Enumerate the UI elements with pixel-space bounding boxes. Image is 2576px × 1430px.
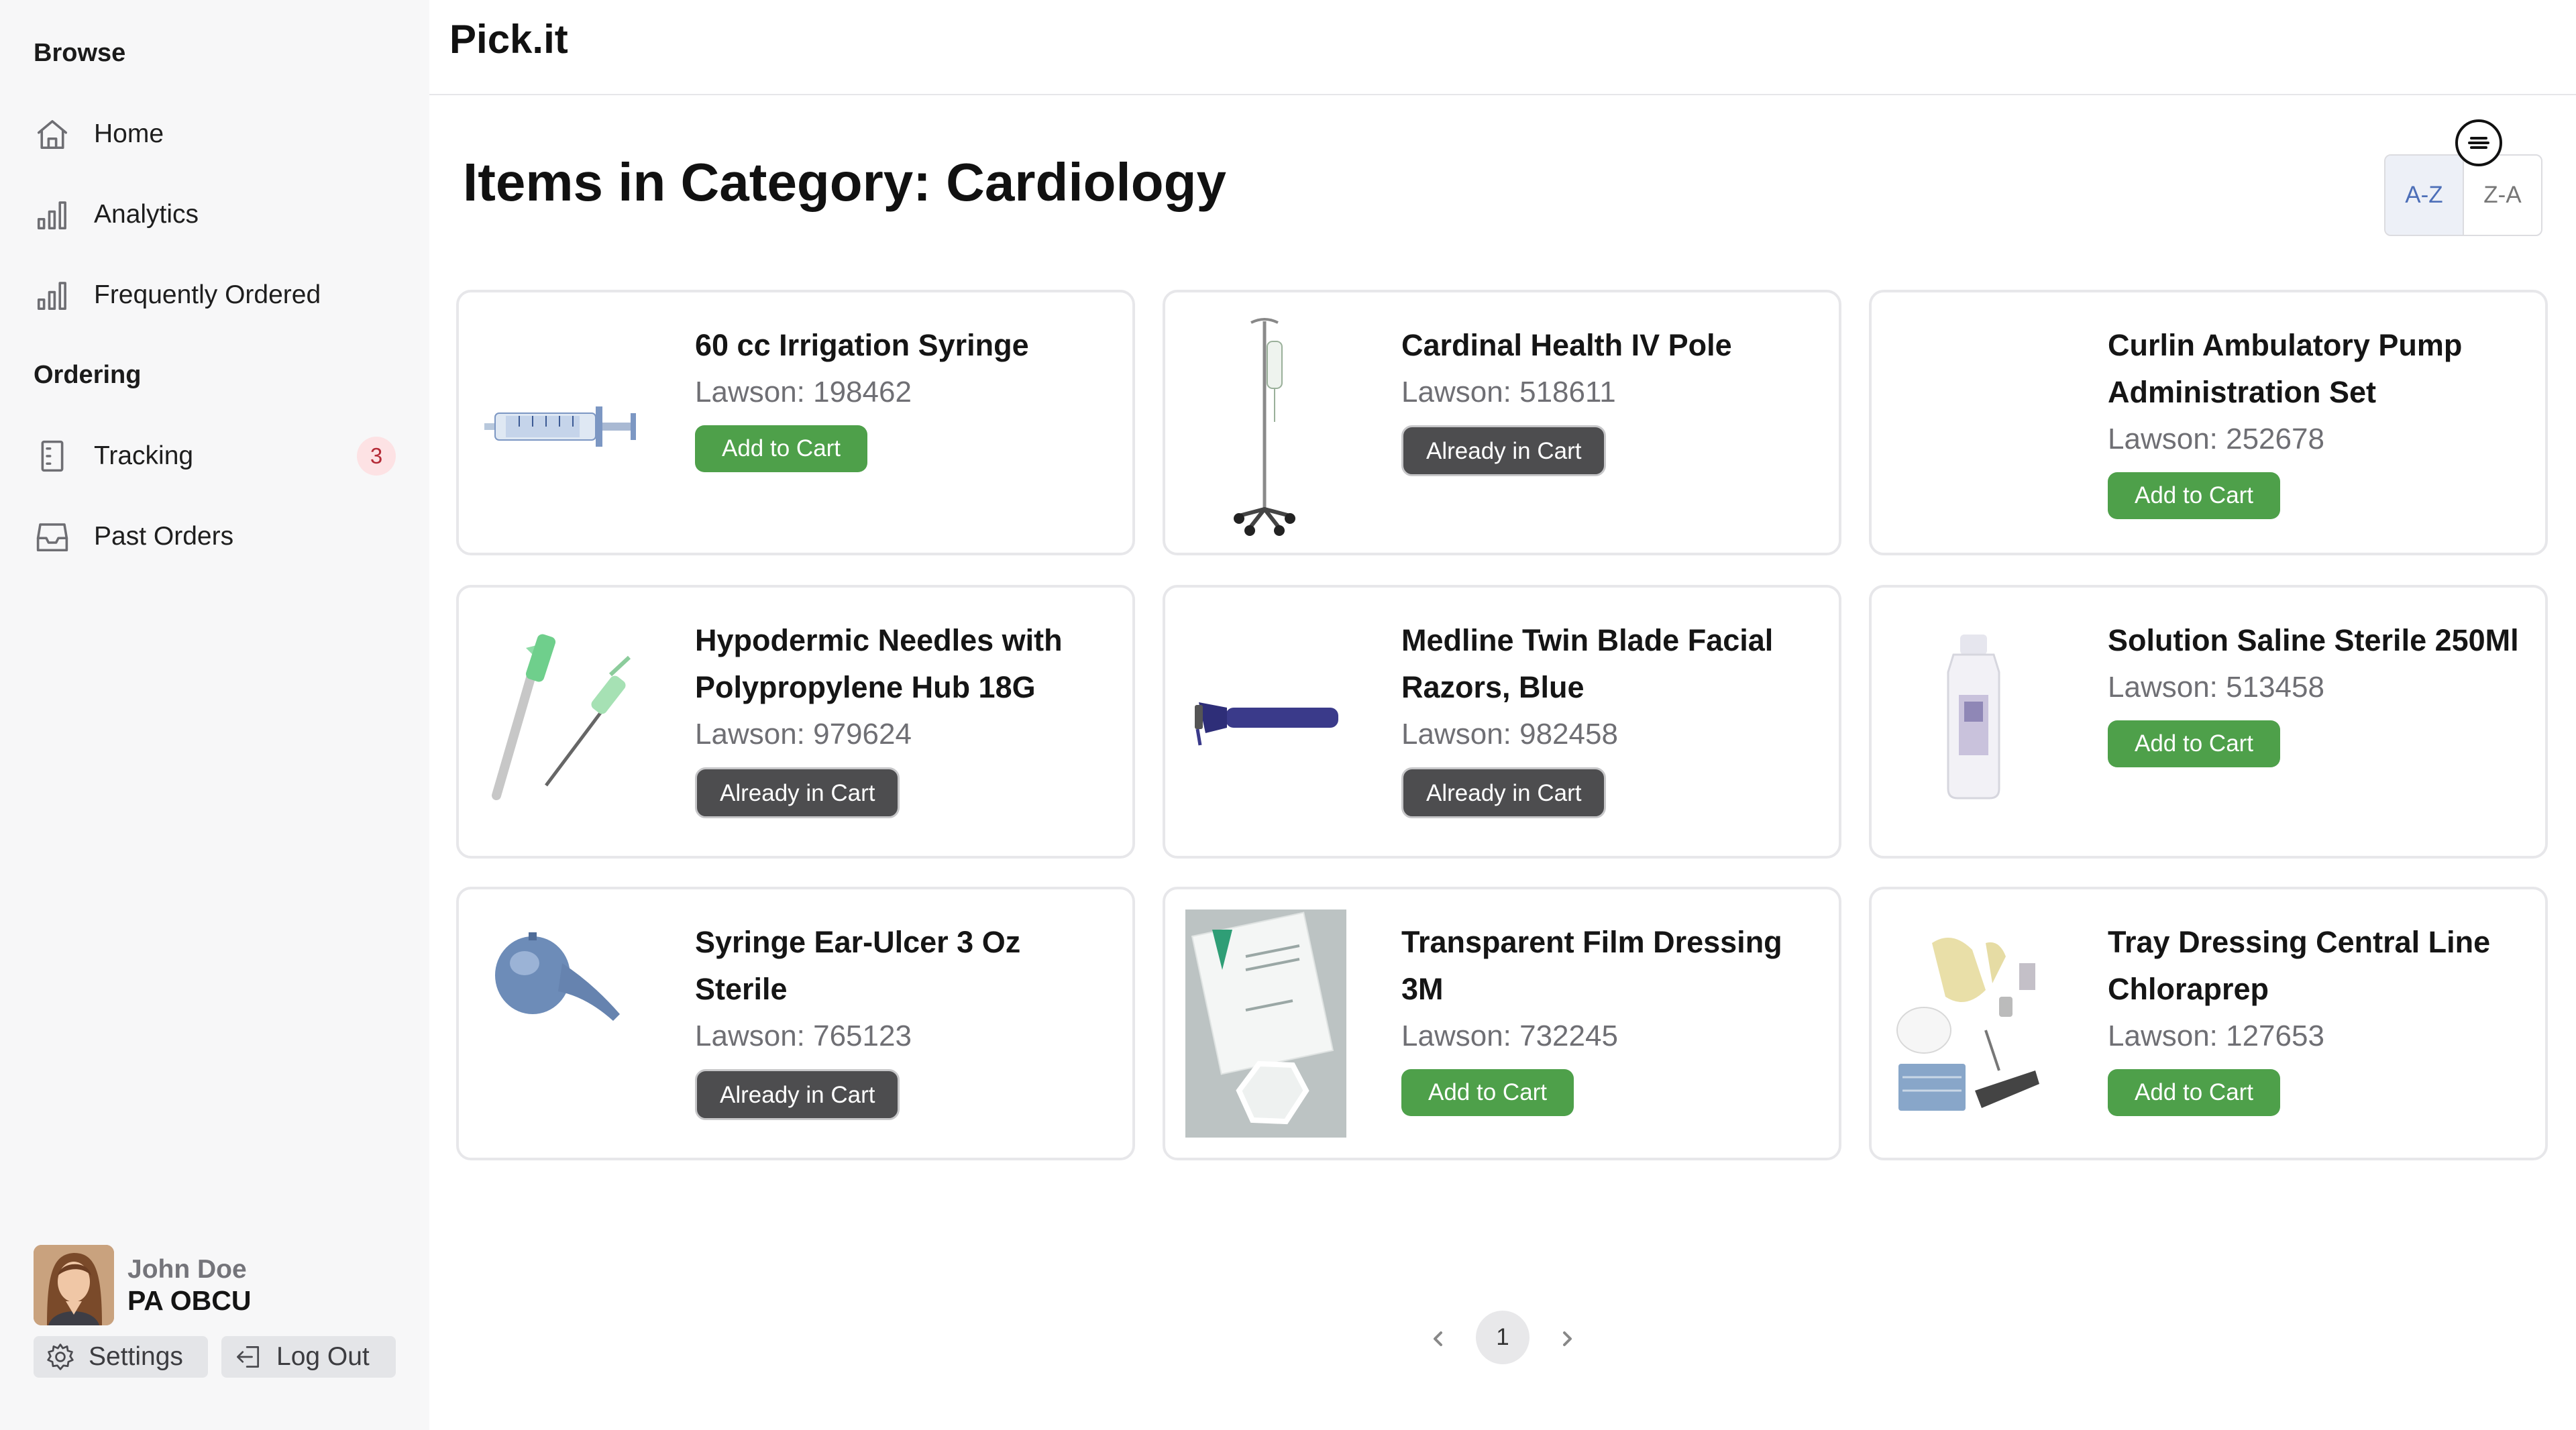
sidebar-item-label: Frequently Ordered <box>94 280 321 309</box>
product-image-syringe <box>479 333 640 520</box>
page-title: Items in Category: Cardiology <box>463 152 1226 212</box>
product-card: Syringe Ear-Ulcer 3 Oz Sterile Lawson: 7… <box>456 887 1135 1160</box>
product-lawson-number: Lawson: 252678 <box>2108 423 2324 455</box>
product-name[interactable]: Hypodermic Needles with Polypropylene Hu… <box>695 617 1116 711</box>
product-lawson-number: Lawson: 979624 <box>695 718 912 751</box>
sidebar-item-past-orders[interactable]: Past Orders <box>34 504 396 569</box>
tracking-count-badge: 3 <box>357 437 396 476</box>
product-lawson-number: Lawson: 513458 <box>2108 671 2324 704</box>
menu-icon <box>2468 137 2489 149</box>
product-card: Hypodermic Needles with Polypropylene Hu… <box>456 585 1135 859</box>
product-card: Transparent Film Dressing 3M Lawson: 732… <box>1163 887 1841 1160</box>
sort-a-z-button[interactable]: A-Z <box>2385 156 2464 235</box>
product-info: Solution Saline Sterile 250Ml Lawson: 51… <box>2108 617 2529 767</box>
product-lawson-number: Lawson: 732245 <box>1401 1020 1618 1052</box>
product-name[interactable]: Syringe Ear-Ulcer 3 Oz Sterile <box>695 919 1116 1013</box>
app-brand[interactable]: Pick.it <box>449 16 568 62</box>
product-card: Tray Dressing Central Line Chloraprep La… <box>1869 887 2548 1160</box>
sidebar-item-label: Analytics <box>94 200 199 229</box>
product-image-razor <box>1185 661 1346 775</box>
sidebar: Browse Home Analytics Frequently Ordered… <box>0 0 429 1430</box>
chevron-right-icon <box>1563 1331 1572 1346</box>
section-browse: Browse <box>34 39 126 67</box>
product-card: Solution Saline Sterile 250Ml Lawson: 51… <box>1869 585 2548 859</box>
sidebar-item-label: Tracking <box>94 441 194 470</box>
product-image-saline-bottle <box>1892 621 2053 809</box>
product-card: Medline Twin Blade Facial Razors, Blue L… <box>1163 585 1841 859</box>
product-lawson-number: Lawson: 765123 <box>695 1020 912 1052</box>
bar-chart-icon <box>34 276 71 314</box>
product-image-placeholder <box>1892 333 2053 520</box>
sort-z-a-button[interactable]: Z-A <box>2464 156 2541 235</box>
product-image-needles <box>479 628 640 809</box>
product-image-dressing-tray <box>1892 923 2053 1124</box>
product-info: Curlin Ambulatory Pump Administration Se… <box>2108 322 2529 519</box>
product-name[interactable]: Medline Twin Blade Facial Razors, Blue <box>1401 617 1823 711</box>
product-lawson-number: Lawson: 982458 <box>1401 718 1618 751</box>
sidebar-item-tracking[interactable]: Tracking 3 <box>34 424 396 488</box>
page-number-button[interactable]: 1 <box>1476 1311 1529 1364</box>
sidebar-item-label: Home <box>94 119 164 148</box>
bar-chart-icon <box>34 196 71 233</box>
product-name[interactable]: Tray Dressing Central Line Chloraprep <box>2108 919 2529 1013</box>
product-info: Cardinal Health IV Pole Lawson: 518611 A… <box>1401 322 1823 476</box>
product-lawson-number: Lawson: 518611 <box>1401 376 1616 408</box>
already-in-cart-button[interactable]: Already in Cart <box>1401 425 1607 476</box>
product-image-iv-pole <box>1185 313 1346 538</box>
product-info: Tray Dressing Central Line Chloraprep La… <box>2108 919 2529 1116</box>
user-role: PA OBCU <box>127 1285 252 1316</box>
logout-label: Log Out <box>276 1342 370 1371</box>
product-name[interactable]: 60 cc Irrigation Syringe <box>695 322 1116 369</box>
already-in-cart-button[interactable]: Already in Cart <box>695 1069 900 1120</box>
product-info: Syringe Ear-Ulcer 3 Oz Sterile Lawson: 7… <box>695 919 1116 1120</box>
product-image-film-dressing <box>1185 910 1346 1138</box>
product-lawson-number: Lawson: 198462 <box>695 376 912 408</box>
product-card: 60 cc Irrigation Syringe Lawson: 198462 … <box>456 290 1135 555</box>
sidebar-item-analytics[interactable]: Analytics <box>34 182 396 247</box>
sidebar-item-home[interactable]: Home <box>34 102 396 166</box>
home-icon <box>34 115 71 153</box>
previous-page-button[interactable] <box>1411 1312 1465 1366</box>
settings-button[interactable]: Settings <box>34 1336 208 1378</box>
chevron-left-icon <box>1434 1331 1442 1346</box>
product-card: Cardinal Health IV Pole Lawson: 518611 A… <box>1163 290 1841 555</box>
receipt-icon <box>34 437 71 475</box>
already-in-cart-button[interactable]: Already in Cart <box>1401 767 1607 818</box>
user-name: John Doe <box>127 1255 247 1284</box>
add-to-cart-button[interactable]: Add to Cart <box>2108 1069 2281 1116</box>
add-to-cart-button[interactable]: Add to Cart <box>1401 1069 1574 1116</box>
sort-toggle: A-Z Z-A <box>2384 154 2542 236</box>
product-name[interactable]: Transparent Film Dressing 3M <box>1401 919 1823 1013</box>
user-profile: John Doe PA OBCU <box>34 1245 252 1325</box>
product-name[interactable]: Solution Saline Sterile 250Ml <box>2108 617 2529 664</box>
product-name[interactable]: Curlin Ambulatory Pump Administration Se… <box>2108 322 2529 416</box>
settings-label: Settings <box>89 1342 183 1371</box>
product-info: Transparent Film Dressing 3M Lawson: 732… <box>1401 919 1823 1116</box>
product-info: Hypodermic Needles with Polypropylene Hu… <box>695 617 1116 818</box>
product-name[interactable]: Cardinal Health IV Pole <box>1401 322 1823 369</box>
gear-icon <box>47 1343 74 1370</box>
add-to-cart-button[interactable]: Add to Cart <box>2108 472 2281 519</box>
next-page-button[interactable] <box>1540 1312 1594 1366</box>
logout-icon <box>237 1345 260 1368</box>
product-image-ear-bulb <box>479 916 640 1037</box>
add-to-cart-button[interactable]: Add to Cart <box>2108 720 2281 767</box>
product-lawson-number: Lawson: 127653 <box>2108 1020 2324 1052</box>
product-info: Medline Twin Blade Facial Razors, Blue L… <box>1401 617 1823 818</box>
avatar <box>34 1245 114 1325</box>
sidebar-item-frequently-ordered[interactable]: Frequently Ordered <box>34 263 396 327</box>
product-info: 60 cc Irrigation Syringe Lawson: 198462 … <box>695 322 1116 472</box>
logout-button[interactable]: Log Out <box>221 1336 396 1378</box>
already-in-cart-button[interactable]: Already in Cart <box>695 767 900 818</box>
menu-button[interactable] <box>2455 119 2502 166</box>
sidebar-item-label: Past Orders <box>94 522 234 551</box>
section-ordering: Ordering <box>34 361 142 389</box>
product-card: Curlin Ambulatory Pump Administration Se… <box>1869 290 2548 555</box>
inbox-icon <box>34 518 71 555</box>
add-to-cart-button[interactable]: Add to Cart <box>695 425 868 472</box>
top-bar: Pick.it <box>429 0 2576 95</box>
